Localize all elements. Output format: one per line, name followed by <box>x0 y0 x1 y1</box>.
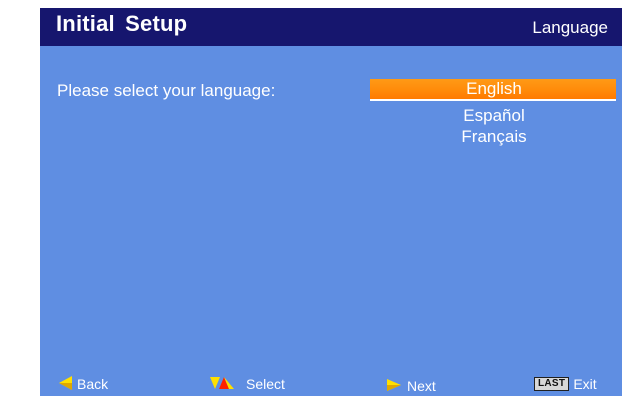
select-arrows-icon <box>210 376 234 393</box>
arrow-left-icon <box>59 375 73 393</box>
page-title: Initial Setup <box>56 11 188 36</box>
next-label: Next <box>407 378 436 394</box>
last-key-icon: LAST <box>534 377 570 391</box>
title-bar: Initial Setup Language <box>40 8 622 46</box>
language-option-francais[interactable]: Français <box>370 126 616 147</box>
setup-screen: Initial Setup Language Please select you… <box>40 8 622 396</box>
back-hint[interactable]: Back <box>59 375 108 393</box>
next-hint[interactable]: Next <box>387 377 436 395</box>
language-list[interactable]: English Español Français <box>370 79 616 147</box>
exit-label: Exit <box>573 376 597 392</box>
select-hint[interactable]: Select <box>210 375 285 393</box>
language-prompt: Please select your language: <box>57 81 276 100</box>
back-label: Back <box>77 376 109 392</box>
arrow-right-icon <box>387 378 401 394</box>
section-label: Language <box>532 18 608 37</box>
language-option-espanol[interactable]: Español <box>370 105 616 126</box>
footer-hints: Back Select Next LAST Exit <box>40 368 622 396</box>
select-label: Select <box>246 376 285 392</box>
language-option-english[interactable]: English <box>370 79 616 101</box>
exit-hint[interactable]: LAST Exit <box>534 375 597 393</box>
